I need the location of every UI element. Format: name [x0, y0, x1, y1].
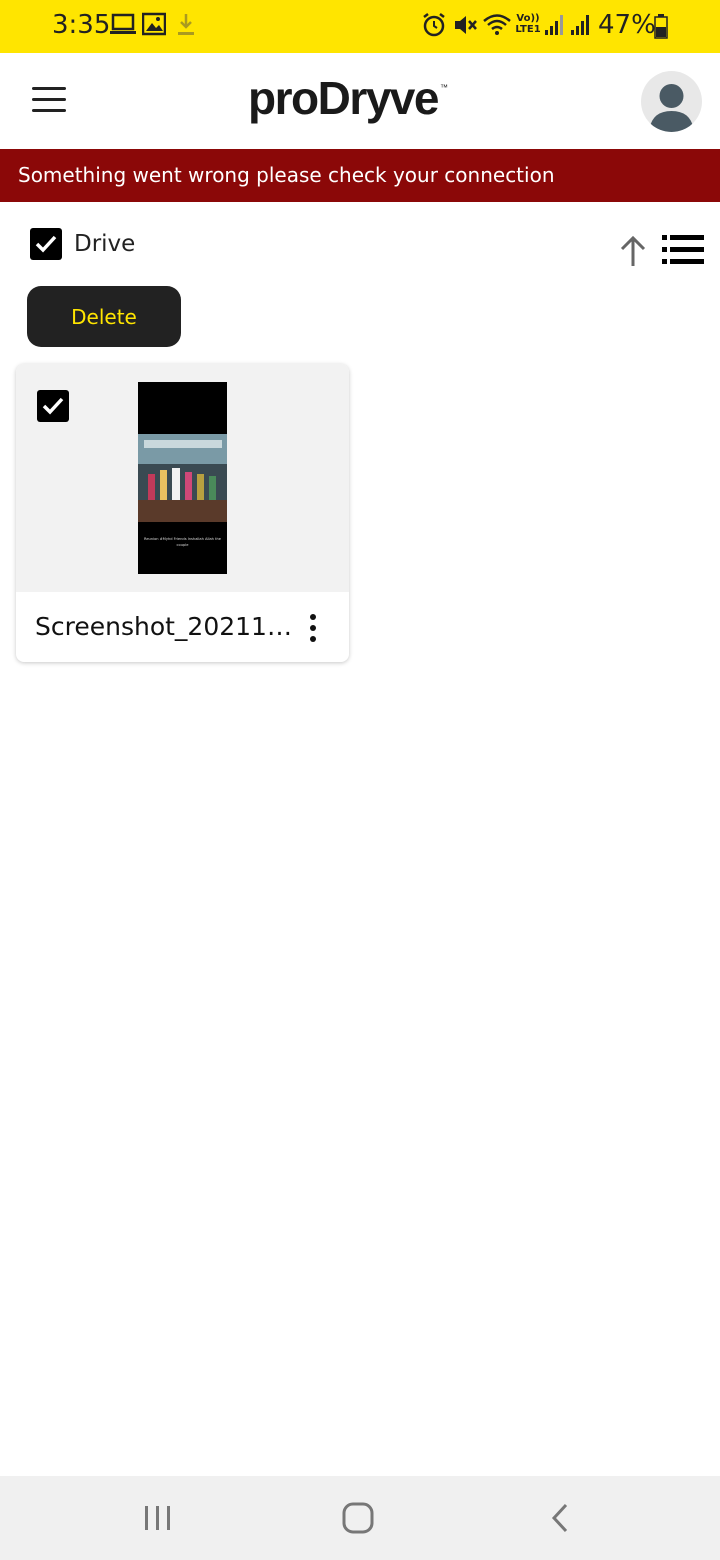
file-name: Screenshot_2021112...: [35, 612, 297, 641]
folder-title: Drive: [74, 231, 136, 257]
hamburger-menu-icon[interactable]: [28, 79, 72, 123]
logo-text: proDryve: [248, 72, 439, 124]
laptop-icon: [110, 13, 136, 34]
system-nav-bar: [0, 1476, 720, 1560]
app-logo: proDryve ™: [248, 71, 448, 125]
back-icon[interactable]: [540, 1502, 580, 1534]
image-icon: [142, 12, 166, 36]
status-time: 3:35: [52, 10, 111, 40]
user-avatar-icon[interactable]: [641, 71, 702, 132]
file-card[interactable]: Reunion #Myhd Friends Inshallah Allah th…: [16, 364, 349, 662]
more-vert-icon[interactable]: [302, 612, 324, 644]
wifi-icon: [483, 14, 511, 35]
signal-icon: [545, 15, 563, 35]
mute-icon: [455, 16, 477, 34]
status-bar: 3:35 Vo)) LTE1 47%: [0, 0, 720, 53]
volte-icon: Vo)) LTE1: [515, 13, 541, 35]
signal-icon: [571, 15, 589, 35]
checkmark-icon: [42, 397, 64, 415]
trademark-mark: ™: [439, 83, 448, 92]
file-preview-area: Reunion #Myhd Friends Inshallah Allah th…: [16, 364, 349, 592]
checkmark-icon: [35, 235, 57, 253]
download-icon: [178, 14, 194, 35]
list-view-icon[interactable]: [662, 234, 704, 266]
error-message: Something went wrong please check your c…: [18, 163, 555, 187]
select-all-checkbox[interactable]: [30, 228, 62, 260]
alarm-icon: [423, 13, 445, 37]
file-checkbox[interactable]: [37, 390, 69, 422]
thumbnail-caption: Reunion #Myhd Friends Inshallah Allah th…: [143, 537, 221, 547]
delete-button[interactable]: Delete: [27, 286, 181, 347]
arrow-up-icon[interactable]: [616, 234, 650, 268]
home-icon[interactable]: [338, 1502, 378, 1534]
battery-icon: [654, 14, 668, 39]
app-bar: proDryve ™: [0, 53, 720, 149]
file-thumbnail[interactable]: Reunion #Myhd Friends Inshallah Allah th…: [138, 382, 227, 574]
battery-percent: 47%: [598, 10, 656, 40]
recents-icon[interactable]: [138, 1502, 178, 1534]
error-banner: Something went wrong please check your c…: [0, 149, 720, 202]
